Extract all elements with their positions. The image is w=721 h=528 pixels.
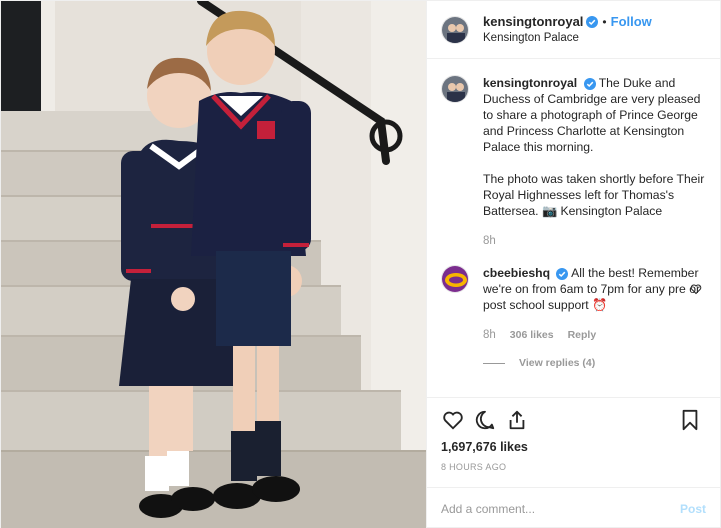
comment-avatar[interactable] <box>441 265 469 293</box>
reply-button[interactable]: Reply <box>568 327 597 343</box>
comment-item: cbeebieshq All the best! Remember we're … <box>441 265 706 371</box>
photo-illustration <box>1 1 426 528</box>
header-username[interactable]: kensingtonroyal <box>483 14 583 30</box>
verified-badge-icon <box>586 15 599 28</box>
caption-username[interactable]: kensingtonroyal <box>483 76 577 90</box>
comments-list[interactable]: kensingtonroyal The Duke and Duchess of … <box>427 59 720 397</box>
follow-button[interactable]: Follow <box>611 14 652 30</box>
view-replies-label: View replies (4) <box>519 357 596 369</box>
view-replies-button[interactable]: View replies (4) <box>483 355 706 371</box>
post-sidebar: kensingtonroyal • Follow Kensington Pala… <box>426 1 720 528</box>
share-icon[interactable] <box>501 404 533 436</box>
instagram-post: kensingtonroyal • Follow Kensington Pala… <box>0 0 721 528</box>
comment-input[interactable] <box>441 501 680 516</box>
comment-time[interactable]: 8h <box>483 327 496 343</box>
comment-like-heart-icon[interactable] <box>690 283 702 295</box>
add-comment-bar: Post <box>427 487 720 528</box>
caption-time[interactable]: 8h <box>483 233 496 249</box>
comment-likes[interactable]: 306 likes <box>510 327 554 343</box>
separator-dot: • <box>602 14 607 29</box>
post-header: kensingtonroyal • Follow Kensington Pala… <box>427 1 720 59</box>
avatar-image <box>442 16 468 43</box>
location-link[interactable]: Kensington Palace <box>483 30 652 46</box>
verified-badge-icon <box>556 267 569 280</box>
caption: kensingtonroyal The Duke and Duchess of … <box>441 75 706 249</box>
comment-icon[interactable] <box>469 404 501 436</box>
post-actions: 1,697,676 likes 8 HOURS AGO <box>427 397 720 487</box>
post-photo[interactable] <box>1 1 426 528</box>
verified-badge-icon <box>583 77 596 90</box>
avatar-image <box>442 266 468 292</box>
heart-icon[interactable] <box>437 404 469 436</box>
caption-text: The Duke and Duchess of Cambridge are ve… <box>483 76 705 218</box>
post-comment-button[interactable]: Post <box>680 502 706 516</box>
likes-count[interactable]: 1,697,676 likes <box>441 440 706 454</box>
replies-divider <box>483 362 505 364</box>
bookmark-icon[interactable] <box>674 404 706 436</box>
avatar-image <box>442 76 468 102</box>
post-time[interactable]: 8 HOURS AGO <box>441 462 706 472</box>
comment-username[interactable]: cbeebieshq <box>483 266 550 280</box>
avatar[interactable] <box>441 15 469 44</box>
caption-avatar[interactable] <box>441 75 469 103</box>
